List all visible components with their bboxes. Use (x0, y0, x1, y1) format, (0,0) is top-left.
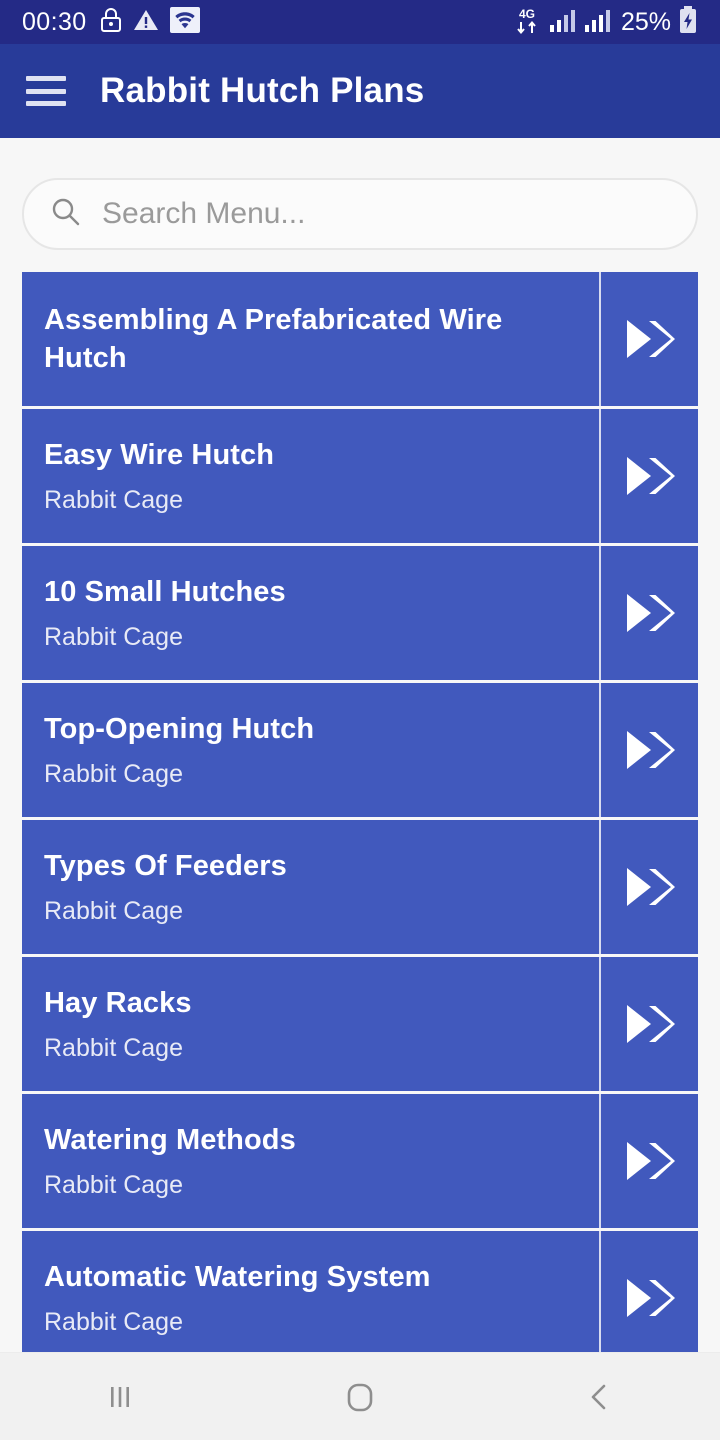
menu-list-item[interactable]: 10 Small Hutches Rabbit Cage (22, 546, 698, 683)
menu-item-body[interactable]: Hay Racks Rabbit Cage (22, 957, 601, 1091)
android-navigation-bar (0, 1352, 720, 1440)
menu-item-title: Types Of Feeders (44, 849, 287, 882)
recents-icon[interactable] (60, 1353, 180, 1440)
menu-item-body[interactable]: Top-Opening Hutch Rabbit Cage (22, 683, 601, 817)
lock-icon (100, 7, 122, 38)
menu-item-subtitle: Rabbit Cage (44, 1307, 183, 1336)
battery-charging-icon (678, 5, 698, 39)
menu-item-subtitle: Rabbit Cage (44, 622, 183, 651)
signal-bars-icon (584, 7, 612, 38)
phone-screen: 00:30 4G 25% Rabbit Hutch Plans Search M… (0, 0, 720, 1440)
menu-list-item[interactable]: Easy Wire Hutch Rabbit Cage (22, 409, 698, 546)
status-bar-clock: 00:30 (22, 7, 87, 36)
menu-item-body[interactable]: Automatic Watering System Rabbit Cage (22, 1231, 601, 1352)
double-chevron-right-icon[interactable] (601, 820, 698, 954)
wifi-icon (169, 6, 200, 38)
menu-list-item[interactable]: Watering Methods Rabbit Cage (22, 1094, 698, 1231)
menu-list[interactable]: Assembling A Prefabricated Wire Hutch Eas… (0, 272, 720, 1352)
double-chevron-right-icon[interactable] (601, 683, 698, 817)
menu-item-subtitle: Rabbit Cage (44, 896, 183, 925)
menu-item-title: Easy Wire Hutch (44, 438, 275, 471)
battery-percent-label: 25% (620, 7, 671, 36)
double-chevron-right-icon[interactable] (601, 1094, 698, 1228)
menu-item-title: Top-Opening Hutch (44, 712, 315, 745)
status-bar-right: 4G 25% (512, 5, 698, 40)
menu-item-subtitle: Rabbit Cage (44, 759, 183, 788)
home-icon[interactable] (300, 1353, 420, 1440)
app-bar: Rabbit Hutch Plans (0, 44, 720, 138)
menu-item-subtitle: Rabbit Cage (44, 1170, 183, 1199)
menu-item-title: Hay Racks (44, 986, 192, 1019)
double-chevron-right-icon[interactable] (601, 409, 698, 543)
search-container (0, 138, 720, 272)
menu-item-subtitle: Rabbit Cage (44, 485, 183, 514)
menu-item-body[interactable]: Assembling A Prefabricated Wire Hutch (22, 272, 601, 406)
double-chevron-right-icon[interactable] (601, 546, 698, 680)
status-bar: 00:30 4G 25% (0, 0, 720, 44)
menu-list-item[interactable]: Top-Opening Hutch Rabbit Cage (22, 683, 698, 820)
back-icon[interactable] (540, 1353, 660, 1440)
menu-item-title: Watering Methods (44, 1123, 296, 1156)
menu-item-body[interactable]: Watering Methods Rabbit Cage (22, 1094, 601, 1228)
mobile-data-icon: 4G (512, 5, 542, 40)
search-box[interactable] (22, 178, 698, 250)
double-chevron-right-icon[interactable] (601, 957, 698, 1091)
menu-list-item[interactable]: Hay Racks Rabbit Cage (22, 957, 698, 1094)
double-chevron-right-icon[interactable] (601, 272, 698, 406)
hamburger-menu-icon[interactable] (26, 76, 66, 106)
menu-list-item[interactable]: Types Of Feeders Rabbit Cage (22, 820, 698, 957)
search-icon (50, 196, 82, 233)
status-bar-left: 00:30 (22, 6, 200, 38)
page-title: Rabbit Hutch Plans (100, 71, 425, 110)
menu-item-body[interactable]: Easy Wire Hutch Rabbit Cage (22, 409, 601, 543)
menu-list-item[interactable]: Assembling A Prefabricated Wire Hutch (22, 272, 698, 409)
signal-bars-icon (549, 7, 577, 38)
menu-item-title: 10 Small Hutches (44, 575, 286, 608)
search-input[interactable] (102, 197, 670, 231)
warning-icon (133, 8, 159, 37)
svg-text:4G: 4G (519, 7, 535, 21)
menu-list-item[interactable]: Automatic Watering System Rabbit Cage (22, 1231, 698, 1352)
double-chevron-right-icon[interactable] (601, 1231, 698, 1352)
menu-item-title: Assembling A Prefabricated Wire Hutch (44, 303, 503, 374)
menu-item-body[interactable]: Types Of Feeders Rabbit Cage (22, 820, 601, 954)
menu-item-subtitle: Rabbit Cage (44, 1033, 183, 1062)
menu-item-body[interactable]: 10 Small Hutches Rabbit Cage (22, 546, 601, 680)
menu-item-title: Automatic Watering System (44, 1260, 431, 1293)
